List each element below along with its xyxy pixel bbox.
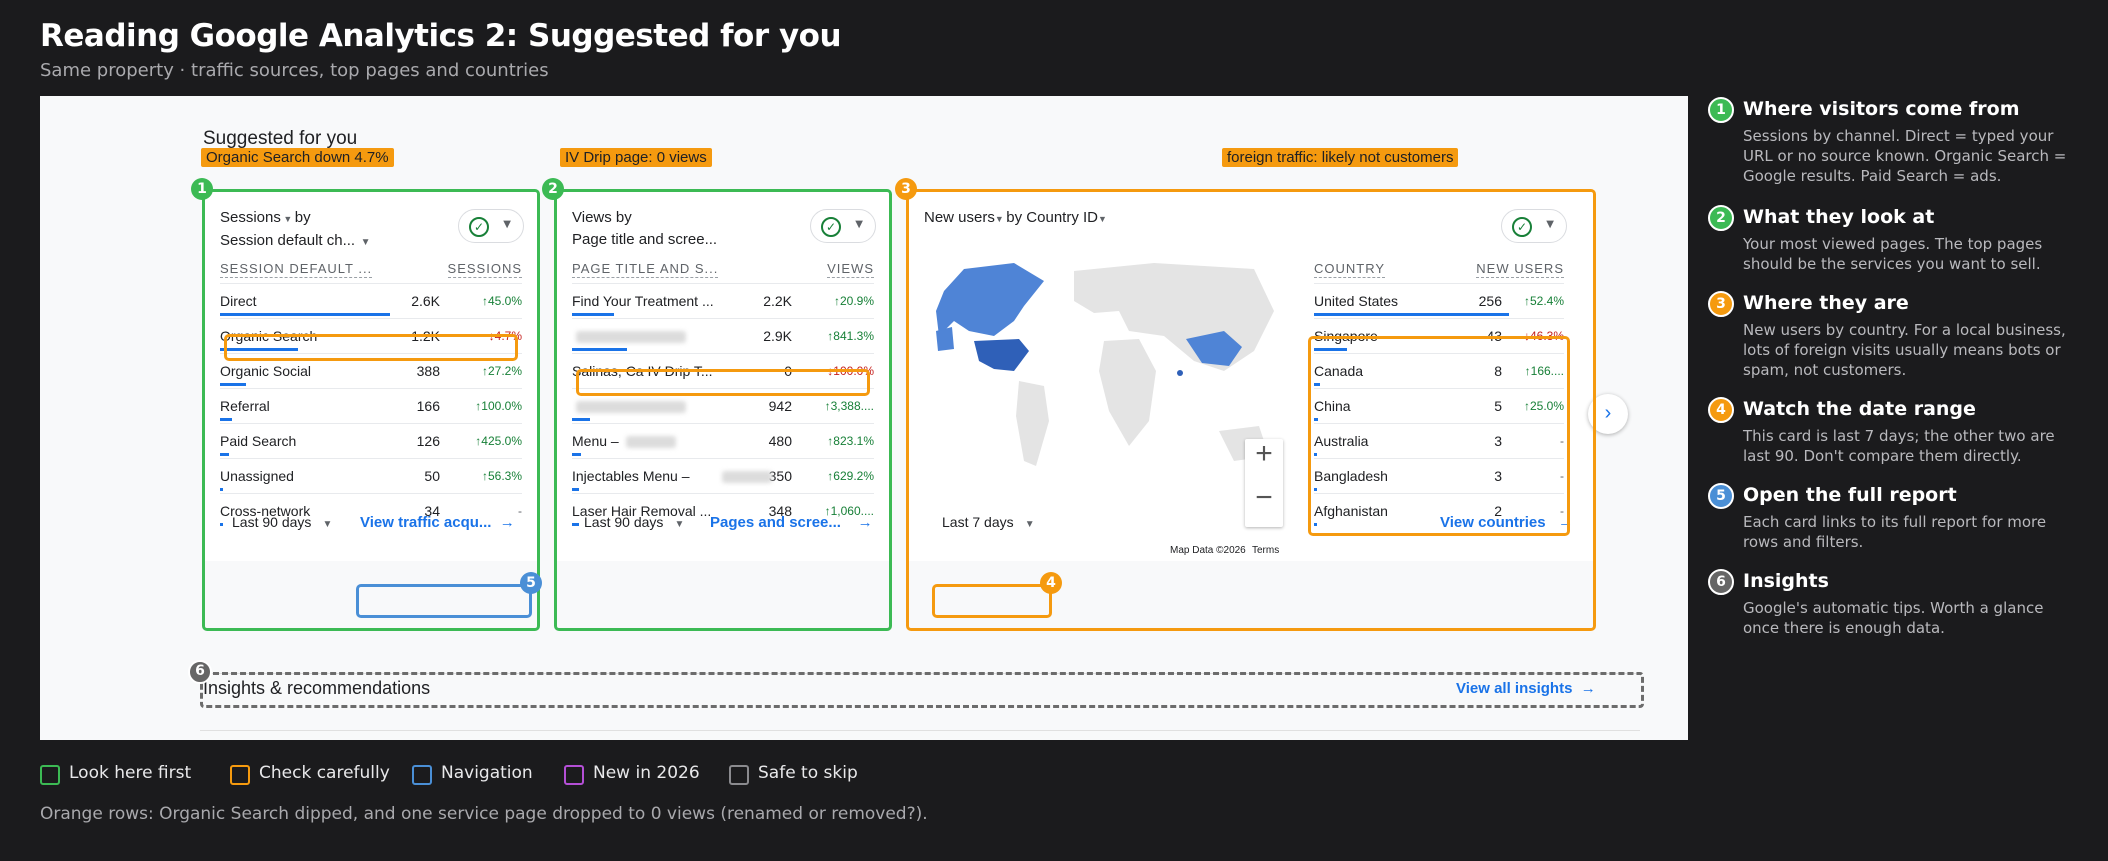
sidebar-heading: Where visitors come from <box>1743 98 2020 120</box>
section-title: Suggested for you <box>203 128 358 149</box>
color-legend: Look here first Check carefully Navigation… <box>40 762 1040 790</box>
sidebar-heading: Where they are <box>1743 292 1909 314</box>
sidebar-marker: 4 <box>1708 397 1734 423</box>
ga-screenshot: Suggested for you Sessions ▼ by Session … <box>40 96 1688 740</box>
annotation-box-2 <box>554 189 892 631</box>
sidebar-heading: What they look at <box>1743 206 1935 228</box>
footnote: Orange rows: Organic Search dipped, and … <box>40 804 928 824</box>
next-section-edge <box>200 730 1640 740</box>
sidebar-text: New users by country. For a local busine… <box>1743 321 2066 379</box>
tag-iv-drip: IV Drip page: 0 views <box>560 148 712 167</box>
sidebar-text: This card is last 7 days; the other two … <box>1743 427 2055 465</box>
annotation-box-6 <box>200 672 1644 708</box>
explanation-sidebar: 1 Where visitors come from Sessions by cha… <box>1708 96 2088 656</box>
marker-4: 4 <box>1040 572 1062 594</box>
sidebar-marker: 6 <box>1708 569 1734 595</box>
tag-organic-search: Organic Search down 4.7% <box>201 148 394 167</box>
tag-foreign-traffic: foreign traffic: likely not customers <box>1222 148 1459 167</box>
legend-label: Navigation <box>441 763 533 783</box>
highlight-report-link <box>356 584 532 618</box>
sidebar-text: Each card links to its full report for m… <box>1743 513 2047 551</box>
sidebar-heading: Open the full report <box>1743 484 1957 506</box>
sidebar-heading: Insights <box>1743 570 1829 592</box>
legend-swatch <box>230 765 250 785</box>
highlight-iv-drip-row <box>576 369 870 396</box>
sidebar-text: Your most viewed pages. The top pages sh… <box>1743 235 2043 273</box>
sidebar-marker: 3 <box>1708 291 1734 317</box>
legend-label: New in 2026 <box>593 763 700 783</box>
legend-swatch <box>729 765 749 785</box>
marker-2: 2 <box>542 178 564 200</box>
legend-swatch <box>412 765 432 785</box>
sidebar-heading: Watch the date range <box>1743 398 1976 420</box>
legend-label: Safe to skip <box>758 763 858 783</box>
highlight-organic-search-row <box>224 334 518 361</box>
highlight-date-range <box>932 584 1052 618</box>
sidebar-marker: 2 <box>1708 205 1734 231</box>
marker-5: 5 <box>520 572 542 594</box>
annotation-box-1 <box>202 189 540 631</box>
legend-swatch <box>564 765 584 785</box>
sidebar-text: Google's automatic tips. Worth a glance … <box>1743 599 2044 637</box>
sidebar-marker: 1 <box>1708 97 1734 123</box>
marker-1: 1 <box>191 178 213 200</box>
page-title: Reading Google Analytics 2: Suggested fo… <box>40 18 842 54</box>
legend-swatch <box>40 765 60 785</box>
highlight-foreign-rows <box>1308 336 1570 536</box>
marker-3: 3 <box>895 178 917 200</box>
sidebar-marker: 5 <box>1708 483 1734 509</box>
page-subtitle: Same property · traffic sources, top pag… <box>40 60 549 81</box>
legend-label: Look here first <box>69 763 192 783</box>
marker-6: 6 <box>188 660 212 684</box>
chevron-right-icon: › <box>1604 402 1612 424</box>
sidebar-text: Sessions by channel. Direct = typed your… <box>1743 127 2067 185</box>
legend-label: Check carefully <box>259 763 390 783</box>
